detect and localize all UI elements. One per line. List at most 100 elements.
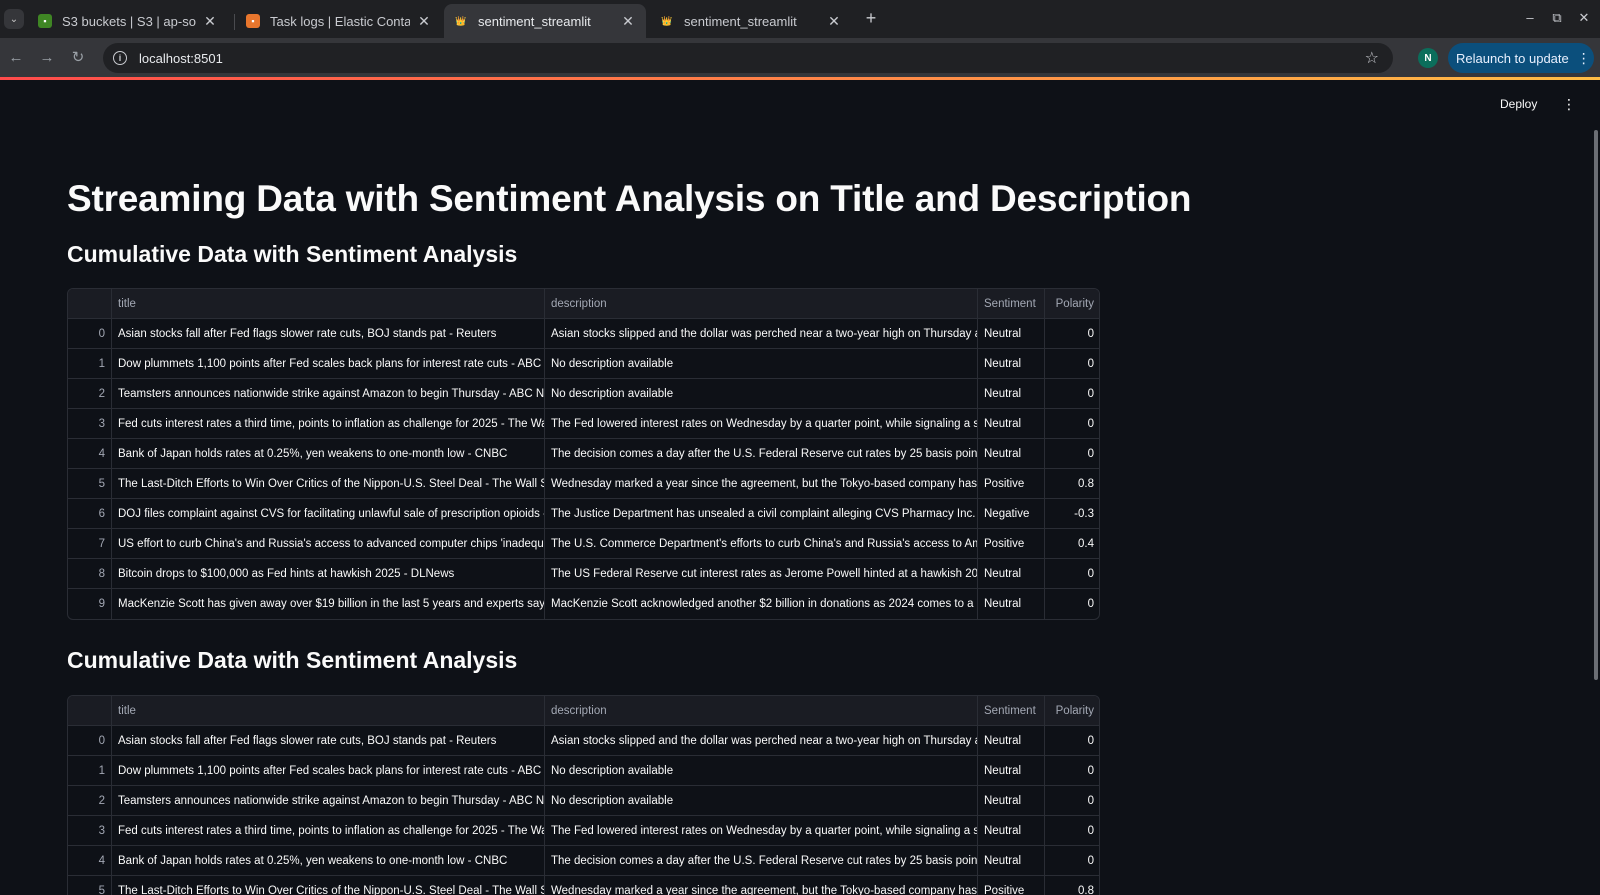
back-arrow-icon[interactable]: ← [6, 48, 26, 68]
polarity-cell[interactable]: 0 [1045, 319, 1099, 349]
description-cell[interactable]: The Justice Department has unsealed a ci… [545, 499, 978, 529]
title-cell[interactable]: DOJ files complaint against CVS for faci… [112, 499, 545, 529]
column-header-description[interactable]: description [545, 696, 978, 726]
close-tab-icon[interactable]: ✕ [202, 13, 218, 30]
row-index[interactable]: 3 [68, 816, 112, 846]
window-close-icon[interactable]: ✕ [1574, 10, 1594, 26]
title-cell[interactable]: Teamsters announces nationwide strike ag… [112, 786, 545, 816]
description-cell[interactable]: No description available [545, 756, 978, 786]
table-row[interactable]: 1 Dow plummets 1,100 points after Fed sca… [68, 756, 1099, 786]
reload-icon[interactable]: ↻ [68, 48, 88, 68]
column-header-title[interactable]: title [112, 289, 545, 319]
sentiment-cell[interactable]: Neutral [978, 846, 1045, 876]
polarity-cell[interactable]: 0 [1045, 439, 1099, 469]
table-row[interactable]: 0 Asian stocks fall after Fed flags slowe… [68, 726, 1099, 756]
row-index[interactable]: 2 [68, 786, 112, 816]
description-cell[interactable]: No description available [545, 379, 978, 409]
title-cell[interactable]: Dow plummets 1,100 points after Fed scal… [112, 756, 545, 786]
column-header-polarity[interactable]: Polarity [1045, 289, 1099, 319]
row-index[interactable]: 8 [68, 559, 112, 589]
title-cell[interactable]: Dow plummets 1,100 points after Fed scal… [112, 349, 545, 379]
description-cell[interactable]: No description available [545, 349, 978, 379]
browser-tab-sentiment-active[interactable]: 👑 sentiment_streamlit ✕ [444, 4, 646, 38]
row-index[interactable]: 4 [68, 439, 112, 469]
polarity-cell[interactable]: -0.3 [1045, 499, 1099, 529]
close-tab-icon[interactable]: ✕ [620, 13, 636, 30]
page-scrollbar[interactable] [1594, 130, 1598, 680]
row-index[interactable]: 5 [68, 469, 112, 499]
sentiment-cell[interactable]: Neutral [978, 349, 1045, 379]
column-header-index[interactable] [68, 289, 112, 319]
polarity-cell[interactable]: 0 [1045, 726, 1099, 756]
table-row[interactable]: 2 Teamsters announces nationwide strike a… [68, 379, 1099, 409]
polarity-cell[interactable]: 0.4 [1045, 529, 1099, 559]
sentiment-cell[interactable]: Neutral [978, 559, 1045, 589]
row-index[interactable]: 7 [68, 529, 112, 559]
column-header-sentiment[interactable]: Sentiment [978, 696, 1045, 726]
title-cell[interactable]: Asian stocks fall after Fed flags slower… [112, 319, 545, 349]
polarity-cell[interactable]: 0.8 [1045, 469, 1099, 499]
polarity-cell[interactable]: 0 [1045, 846, 1099, 876]
tab-search-chevron-icon[interactable]: ⌄ [4, 9, 24, 29]
polarity-cell[interactable]: 0 [1045, 786, 1099, 816]
description-cell[interactable]: MacKenzie Scott acknowledged another $2 … [545, 589, 978, 619]
table-row[interactable]: 5 The Last-Ditch Efforts to Win Over Crit… [68, 469, 1099, 499]
sentiment-cell[interactable]: Neutral [978, 589, 1045, 619]
table-row[interactable]: 5 The Last-Ditch Efforts to Win Over Crit… [68, 876, 1099, 895]
polarity-cell[interactable]: 0 [1045, 589, 1099, 619]
title-cell[interactable]: MacKenzie Scott has given away over $19 … [112, 589, 545, 619]
title-cell[interactable]: Bank of Japan holds rates at 0.25%, yen … [112, 439, 545, 469]
polarity-cell[interactable]: 0 [1045, 409, 1099, 439]
row-index[interactable]: 1 [68, 349, 112, 379]
sentiment-cell[interactable]: Neutral [978, 439, 1045, 469]
table-row[interactable]: 4 Bank of Japan holds rates at 0.25%, yen… [68, 846, 1099, 876]
description-cell[interactable]: Wednesday marked a year since the agreem… [545, 469, 978, 499]
close-tab-icon[interactable]: ✕ [826, 13, 842, 30]
sentiment-cell[interactable]: Neutral [978, 726, 1045, 756]
new-tab-plus-icon[interactable]: + [860, 8, 882, 30]
title-cell[interactable]: Bank of Japan holds rates at 0.25%, yen … [112, 846, 545, 876]
deploy-button[interactable]: Deploy [1500, 97, 1537, 111]
title-cell[interactable]: Fed cuts interest rates a third time, po… [112, 409, 545, 439]
bookmark-star-icon[interactable]: ☆ [1365, 48, 1379, 68]
polarity-cell[interactable]: 0 [1045, 559, 1099, 589]
title-cell[interactable]: Teamsters announces nationwide strike ag… [112, 379, 545, 409]
sentiment-cell[interactable]: Positive [978, 876, 1045, 895]
description-cell[interactable]: Wednesday marked a year since the agreem… [545, 876, 978, 895]
description-cell[interactable]: Asian stocks slipped and the dollar was … [545, 726, 978, 756]
row-index[interactable]: 6 [68, 499, 112, 529]
table-row[interactable]: 3 Fed cuts interest rates a third time, p… [68, 816, 1099, 846]
description-cell[interactable]: The Fed lowered interest rates on Wednes… [545, 816, 978, 846]
sentiment-cell[interactable]: Neutral [978, 319, 1045, 349]
description-cell[interactable]: The Fed lowered interest rates on Wednes… [545, 409, 978, 439]
dataframe-1[interactable]: title description Sentiment Polarity 0 Asian … [67, 288, 1100, 620]
table-row[interactable]: 4 Bank of Japan holds rates at 0.25%, yen… [68, 439, 1099, 469]
description-cell[interactable]: The US Federal Reserve cut interest rate… [545, 559, 978, 589]
dataframe-2[interactable]: title description Sentiment Polarity 0 Asian … [67, 695, 1100, 895]
sentiment-cell[interactable]: Neutral [978, 379, 1045, 409]
table-row[interactable]: 3 Fed cuts interest rates a third time, p… [68, 409, 1099, 439]
sentiment-cell[interactable]: Neutral [978, 409, 1045, 439]
title-cell[interactable]: Bitcoin drops to $100,000 as Fed hints a… [112, 559, 545, 589]
url-text[interactable]: localhost:8501 [139, 51, 223, 66]
table-row[interactable]: 6 DOJ files complaint against CVS for fac… [68, 499, 1099, 529]
polarity-cell[interactable]: 0 [1045, 816, 1099, 846]
table-row[interactable]: 0 Asian stocks fall after Fed flags slowe… [68, 319, 1099, 349]
title-cell[interactable]: US effort to curb China's and Russia's a… [112, 529, 545, 559]
address-bar[interactable]: i localhost:8501 ☆ [103, 43, 1393, 73]
row-index[interactable]: 5 [68, 876, 112, 895]
title-cell[interactable]: Asian stocks fall after Fed flags slower… [112, 726, 545, 756]
description-cell[interactable]: No description available [545, 786, 978, 816]
sentiment-cell[interactable]: Neutral [978, 756, 1045, 786]
title-cell[interactable]: The Last-Ditch Efforts to Win Over Criti… [112, 876, 545, 895]
minimize-icon[interactable]: – [1520, 10, 1540, 25]
column-header-polarity[interactable]: Polarity [1045, 696, 1099, 726]
site-info-icon[interactable]: i [113, 51, 127, 65]
table-row[interactable]: 2 Teamsters announces nationwide strike a… [68, 786, 1099, 816]
row-index[interactable]: 2 [68, 379, 112, 409]
row-index[interactable]: 0 [68, 726, 112, 756]
row-index[interactable]: 1 [68, 756, 112, 786]
column-header-sentiment[interactable]: Sentiment [978, 289, 1045, 319]
sentiment-cell[interactable]: Positive [978, 469, 1045, 499]
main-menu-icon[interactable]: ⋮ [1562, 96, 1576, 113]
